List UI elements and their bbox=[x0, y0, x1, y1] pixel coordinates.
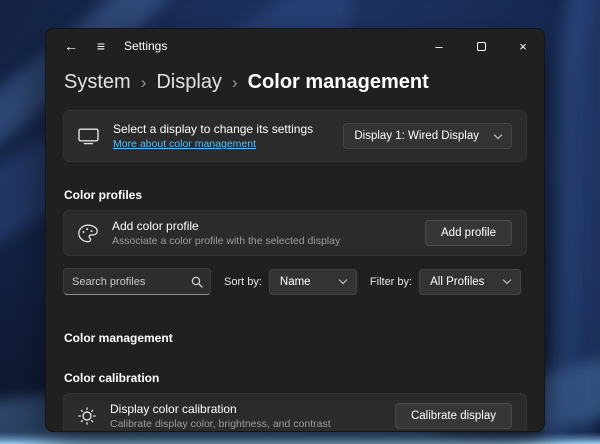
filter-by-label: Filter by: bbox=[369, 275, 413, 288]
hamburger-icon: ≡ bbox=[96, 38, 106, 54]
sort-by-label: Sort by: bbox=[224, 275, 262, 288]
breadcrumb-separator-icon: › bbox=[231, 73, 238, 92]
filter-row: Sort by: Name Filter by: All Profiles bbox=[63, 268, 527, 295]
calibration-subtitle: Calibrate display color, brightness, and… bbox=[110, 418, 331, 430]
breadcrumb-current-page: Color management bbox=[247, 71, 429, 93]
section-color-profiles: Color profiles bbox=[64, 188, 143, 202]
section-color-calibration: Color calibration bbox=[64, 371, 160, 385]
chevron-down-icon bbox=[338, 275, 348, 285]
minimize-button[interactable]: – bbox=[418, 29, 460, 63]
breadcrumb-display[interactable]: Display bbox=[156, 71, 222, 94]
close-icon: × bbox=[519, 38, 527, 54]
more-about-color-management-link[interactable]: More about color management bbox=[113, 138, 256, 150]
search-box[interactable] bbox=[63, 268, 211, 295]
maximize-button[interactable] bbox=[460, 29, 502, 63]
close-button[interactable]: × bbox=[502, 29, 544, 63]
caption-buttons: – × bbox=[418, 29, 544, 63]
chevron-down-icon bbox=[493, 130, 503, 139]
calibrate-display-button[interactable]: Calibrate display bbox=[394, 403, 512, 429]
add-profile-title: Add color profile bbox=[112, 219, 199, 233]
breadcrumb-separator-icon: › bbox=[140, 73, 147, 92]
titlebar: ← ≡ Settings – × bbox=[46, 29, 544, 63]
back-icon: ← bbox=[64, 38, 78, 54]
add-profile-card: Add color profile Associate a color prof… bbox=[63, 210, 527, 256]
sun-calibration-icon bbox=[78, 407, 96, 425]
search-input[interactable] bbox=[64, 275, 191, 288]
display-card-title: Select a display to change its settings bbox=[113, 122, 314, 136]
breadcrumb-system[interactable]: System bbox=[64, 71, 131, 94]
filter-dropdown-value: All Profiles bbox=[430, 275, 485, 288]
calibration-title: Display color calibration bbox=[110, 402, 237, 416]
calibration-card: Display color calibration Calibrate disp… bbox=[63, 393, 527, 431]
section-color-management: Color management bbox=[64, 331, 173, 345]
palette-icon bbox=[78, 223, 98, 243]
breadcrumb: System › Display › Color management bbox=[46, 63, 544, 94]
chevron-down-icon bbox=[502, 275, 512, 285]
add-profile-button[interactable]: Add profile bbox=[425, 220, 512, 246]
sort-dropdown-value: Name bbox=[279, 275, 311, 288]
add-profile-subtitle: Associate a color profile with the selec… bbox=[112, 235, 341, 247]
monitor-icon bbox=[78, 128, 99, 145]
sort-dropdown[interactable]: Name bbox=[268, 268, 357, 295]
search-icon bbox=[191, 276, 203, 288]
display-dropdown-value: Display 1: Wired Display bbox=[354, 130, 479, 142]
back-button[interactable]: ← bbox=[56, 33, 86, 59]
display-dropdown[interactable]: Display 1: Wired Display bbox=[343, 123, 512, 149]
minimize-icon: – bbox=[435, 38, 443, 54]
display-select-card: Select a display to change its settings … bbox=[63, 110, 527, 162]
filter-dropdown[interactable]: All Profiles bbox=[419, 268, 522, 295]
window-title: Settings bbox=[124, 39, 168, 53]
menu-button[interactable]: ≡ bbox=[86, 33, 116, 59]
maximize-icon bbox=[476, 41, 486, 51]
settings-window: ← ≡ Settings – × System › Display › Colo… bbox=[45, 28, 545, 432]
